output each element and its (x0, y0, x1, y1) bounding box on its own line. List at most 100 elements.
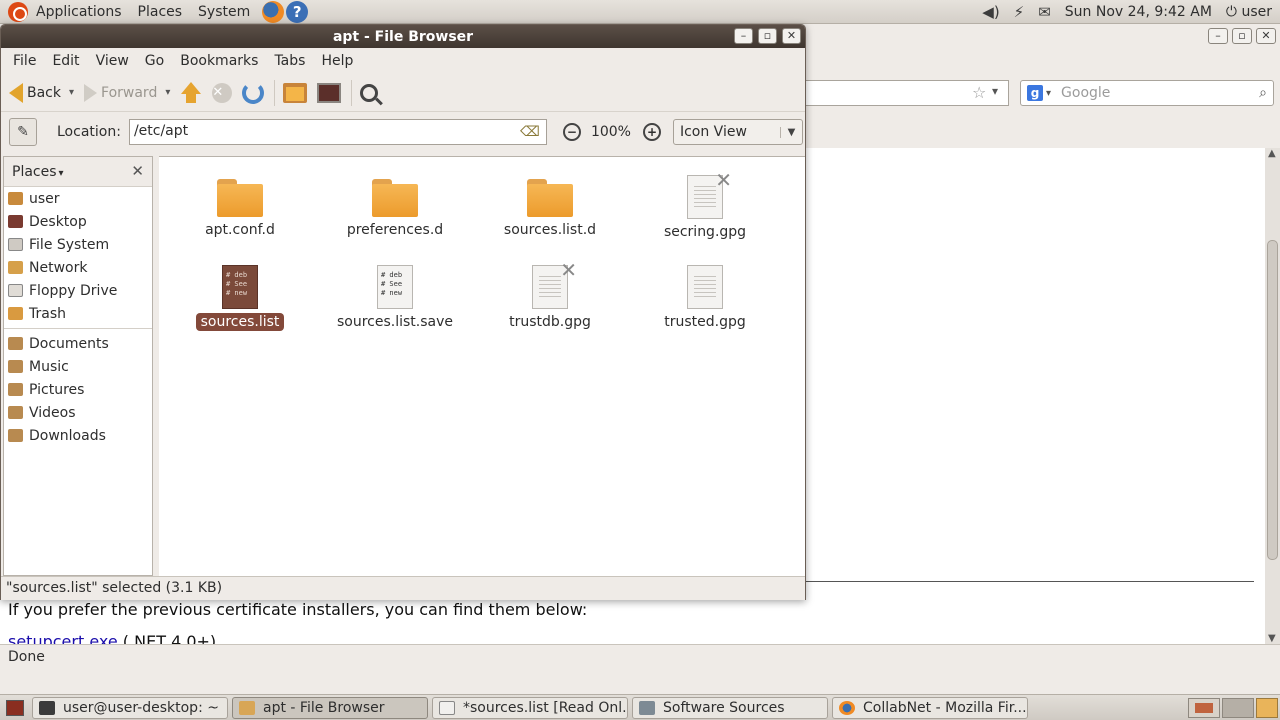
maximize-button[interactable]: ▫ (758, 28, 777, 44)
trash-applet-icon[interactable] (1256, 697, 1278, 718)
taskbar-item-text-editor[interactable]: *sources.list [Read Onl... (432, 696, 628, 719)
sidebar-item-pictures[interactable]: Pictures (4, 378, 152, 401)
close-button[interactable]: ✕ (782, 28, 801, 44)
status-text: Done (8, 649, 45, 665)
computer-icon[interactable] (317, 82, 342, 103)
sidebar-item-desktop[interactable]: Desktop (4, 210, 152, 233)
taskbar-item-firefox[interactable]: CollabNet - Mozilla Fir... (832, 696, 1028, 719)
menu-help[interactable]: Help (313, 53, 361, 69)
forward-label: Forward (101, 84, 158, 101)
folder-icon (8, 406, 23, 419)
sidebar-item-network[interactable]: Network (4, 256, 152, 279)
location-input[interactable]: /etc/apt ⌫ (128, 119, 547, 145)
places-menu[interactable]: Places (130, 4, 191, 20)
sidebar-item-user[interactable]: user (4, 187, 152, 210)
search-engine-dropdown-icon[interactable]: ▾ (1046, 88, 1051, 99)
scroll-down-icon[interactable]: ▼ (1268, 633, 1276, 644)
minimize-button[interactable]: – (734, 28, 753, 44)
sidebar-item-videos[interactable]: Videos (4, 401, 152, 424)
zoom-out-icon[interactable]: − (562, 123, 581, 141)
menu-bookmarks[interactable]: Bookmarks (172, 53, 266, 69)
workspace-2[interactable] (1222, 697, 1254, 718)
selection-status: "sources.list" selected (3.1 KB) (6, 580, 223, 596)
sidebar-item-documents[interactable]: Documents (4, 332, 152, 355)
folder-icon (527, 179, 573, 217)
file-item[interactable]: ✕ secring.gpg (630, 168, 780, 241)
volume-icon[interactable]: ◀) (982, 3, 999, 21)
sidebar-type-select[interactable]: Places ▾ (12, 164, 64, 180)
menu-edit[interactable]: Edit (44, 53, 87, 69)
url-dropdown-icon[interactable]: ▾ (992, 84, 998, 98)
close-button[interactable]: ✕ (1256, 28, 1276, 44)
forward-button[interactable]: Forward ▾ (84, 83, 170, 102)
zoom-in-icon[interactable]: + (642, 123, 661, 141)
search-icon[interactable]: ⌕ (1259, 85, 1267, 101)
reload-icon[interactable] (242, 81, 265, 104)
unreadable-emblem-icon: ✕ (560, 258, 577, 282)
file-browser-body: Places ▾ ✕ user Desktop File System Netwo… (1, 156, 805, 576)
taskbar-item-software-sources[interactable]: Software Sources (632, 696, 828, 719)
toggle-location-edit-button[interactable]: ✎ (9, 118, 37, 146)
bookmark-star-icon[interactable]: ☆ (972, 83, 986, 102)
window-title: apt - File Browser (332, 28, 474, 45)
minimize-button[interactable]: – (1208, 28, 1228, 44)
sidebar-divider (4, 328, 152, 329)
link-text[interactable]: setupcert.exe (8, 632, 118, 644)
page-scrollbar[interactable]: ▲ ▼ (1265, 148, 1280, 644)
file-icon-view[interactable]: apt.conf.d preferences.d sources.list.d … (159, 156, 805, 576)
sidebar-item-file-system[interactable]: File System (4, 233, 152, 256)
google-icon[interactable]: g (1027, 85, 1043, 101)
home-icon[interactable] (283, 82, 308, 103)
menu-go[interactable]: Go (137, 53, 172, 69)
user-menu[interactable]: ⏻ user (1226, 4, 1272, 20)
file-item[interactable]: preferences.d (320, 179, 470, 239)
menu-view[interactable]: View (88, 53, 137, 69)
menu-tabs[interactable]: Tabs (266, 53, 313, 69)
help-icon[interactable]: ? (286, 0, 309, 23)
clock[interactable]: Sun Nov 24, 9:42 AM (1065, 4, 1212, 20)
file-item-selected[interactable]: # deb # See # new sources.list (165, 265, 315, 331)
text-file-icon: # deb # See # new (222, 265, 258, 309)
sidebar-item-music[interactable]: Music (4, 355, 152, 378)
back-button[interactable]: Back ▾ (9, 82, 74, 103)
file-item[interactable]: # deb # See # new sources.list.save (320, 265, 470, 331)
taskbar-item-file-browser[interactable]: apt - File Browser (232, 696, 428, 719)
ubuntu-logo-icon[interactable] (8, 1, 28, 22)
show-desktop-icon[interactable] (6, 699, 24, 716)
taskbar-item-terminal[interactable]: user@user-desktop: ~ (32, 696, 228, 719)
close-sidebar-icon[interactable]: ✕ (131, 162, 144, 180)
scroll-up-icon[interactable]: ▲ (1268, 148, 1276, 159)
system-menu[interactable]: System (190, 4, 258, 20)
network-icon[interactable]: ⚡ (1014, 3, 1025, 21)
sidebar-item-floppy[interactable]: Floppy Drive (4, 279, 152, 302)
up-folder-icon[interactable] (180, 81, 202, 104)
zoom-level[interactable]: 100% (591, 124, 631, 140)
sidebar-item-downloads[interactable]: Downloads (4, 424, 152, 447)
sidebar-item-trash[interactable]: Trash (4, 302, 152, 325)
menu-file[interactable]: File (5, 53, 44, 69)
scroll-thumb[interactable] (1267, 240, 1278, 560)
file-item[interactable]: trusted.gpg (630, 265, 780, 331)
back-history-dropdown-icon[interactable]: ▾ (69, 87, 74, 98)
forward-history-dropdown-icon[interactable]: ▾ (165, 87, 170, 98)
file-item[interactable]: sources.list.d (475, 179, 625, 239)
document-icon (687, 265, 723, 309)
sidebar-item-label: Music (29, 358, 69, 375)
setupcert-link[interactable]: setupcert.exe (.NET 4.0+) (8, 632, 216, 644)
file-item[interactable]: apt.conf.d (165, 179, 315, 239)
stop-icon[interactable]: ✕ (212, 82, 233, 103)
file-item[interactable]: ✕ trustdb.gpg (475, 258, 625, 331)
folder-icon (8, 429, 23, 442)
maximize-button[interactable]: ▫ (1232, 28, 1252, 44)
clear-location-icon[interactable]: ⌫ (520, 124, 540, 140)
view-mode-select[interactable]: Icon View ▼ (672, 119, 803, 145)
search-box[interactable]: g ▾ Google ⌕ (1020, 80, 1274, 106)
search-input[interactable]: Google (1061, 85, 1259, 101)
firefox-launcher-icon[interactable] (262, 0, 285, 23)
applications-menu[interactable]: Applications (28, 4, 130, 20)
mail-icon[interactable]: ✉ (1038, 3, 1051, 21)
workspace-1[interactable] (1188, 697, 1220, 718)
task-label: Software Sources (663, 699, 785, 716)
title-bar[interactable]: apt - File Browser – ▫ ✕ (1, 25, 805, 48)
search-icon[interactable] (360, 83, 379, 102)
